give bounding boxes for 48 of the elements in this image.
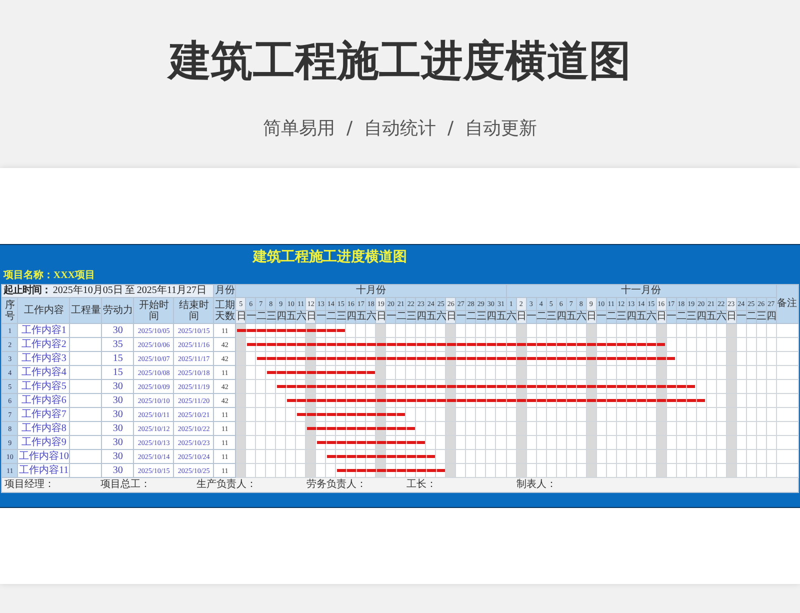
- table-cell: 30: [102, 394, 134, 408]
- month-header: 十一月份: [506, 284, 776, 298]
- table-cell: 工作内容4: [18, 366, 70, 380]
- header-cell: 序号: [2, 298, 18, 324]
- end-date: 2025年11月27日: [136, 285, 206, 297]
- header-cell: 工程量: [70, 298, 102, 324]
- table-cell: 工作内容3: [18, 352, 70, 366]
- project-name: 项目名称：XXX项目: [2, 268, 96, 283]
- table-cell: 30: [102, 324, 134, 338]
- table-cell: 15: [102, 352, 134, 366]
- date-range-separator: 至: [124, 285, 135, 297]
- table-cell: 30: [102, 422, 134, 436]
- table-cell: 工作内容10: [18, 450, 70, 464]
- header-cell: 备注: [776, 284, 798, 324]
- table-cell: 工作内容9: [18, 436, 70, 450]
- header-cell: 结束时间: [174, 298, 214, 324]
- signature-label: 生产负责人：: [196, 479, 258, 491]
- start-date: 2025年10月05日: [52, 285, 123, 297]
- signature-label: 劳务负责人：: [306, 479, 368, 491]
- header-cell: 开始时间: [134, 298, 174, 324]
- table-cell: 30: [102, 450, 134, 464]
- table-cell: 30: [102, 408, 134, 422]
- header-cell: 工作内容: [18, 298, 70, 324]
- weekday-cell: 五: [286, 310, 296, 324]
- month-header: 十月份: [236, 284, 506, 298]
- header-cell: 工期天数: [214, 298, 236, 324]
- signature-label: 项目总工：: [100, 479, 152, 491]
- table-cell: 30: [102, 380, 134, 394]
- table-cell: 30: [102, 436, 134, 450]
- table-cell: 工作内容2: [18, 338, 70, 352]
- table-cell: 工作内容7: [18, 408, 70, 422]
- header-cell: 劳动力: [102, 298, 134, 324]
- weekday-cell: 五: [426, 310, 436, 324]
- signature-label: 项目经理：: [4, 479, 56, 491]
- date-range-label: 起止时间：: [3, 285, 51, 297]
- header-cell: 月份: [214, 284, 236, 298]
- table-cell: 工作内容5: [18, 380, 70, 394]
- signature-label: 制表人：: [516, 479, 556, 491]
- table-cell: 15: [102, 366, 134, 380]
- sheet-title: 建筑工程施工进度横道图: [251, 248, 408, 267]
- table-cell: 工作内容8: [18, 422, 70, 436]
- signature-label: 工长：: [406, 479, 438, 491]
- table-cell: 35: [102, 338, 134, 352]
- page-title: 建筑工程施工进度横道图: [166, 35, 632, 87]
- weekday-cell: 五: [356, 310, 366, 324]
- table-cell: 工作内容6: [18, 394, 70, 408]
- page-subtitle: 简单易用 / 自动统计 / 自动更新: [262, 117, 538, 140]
- table-cell: 工作内容1: [18, 324, 70, 338]
